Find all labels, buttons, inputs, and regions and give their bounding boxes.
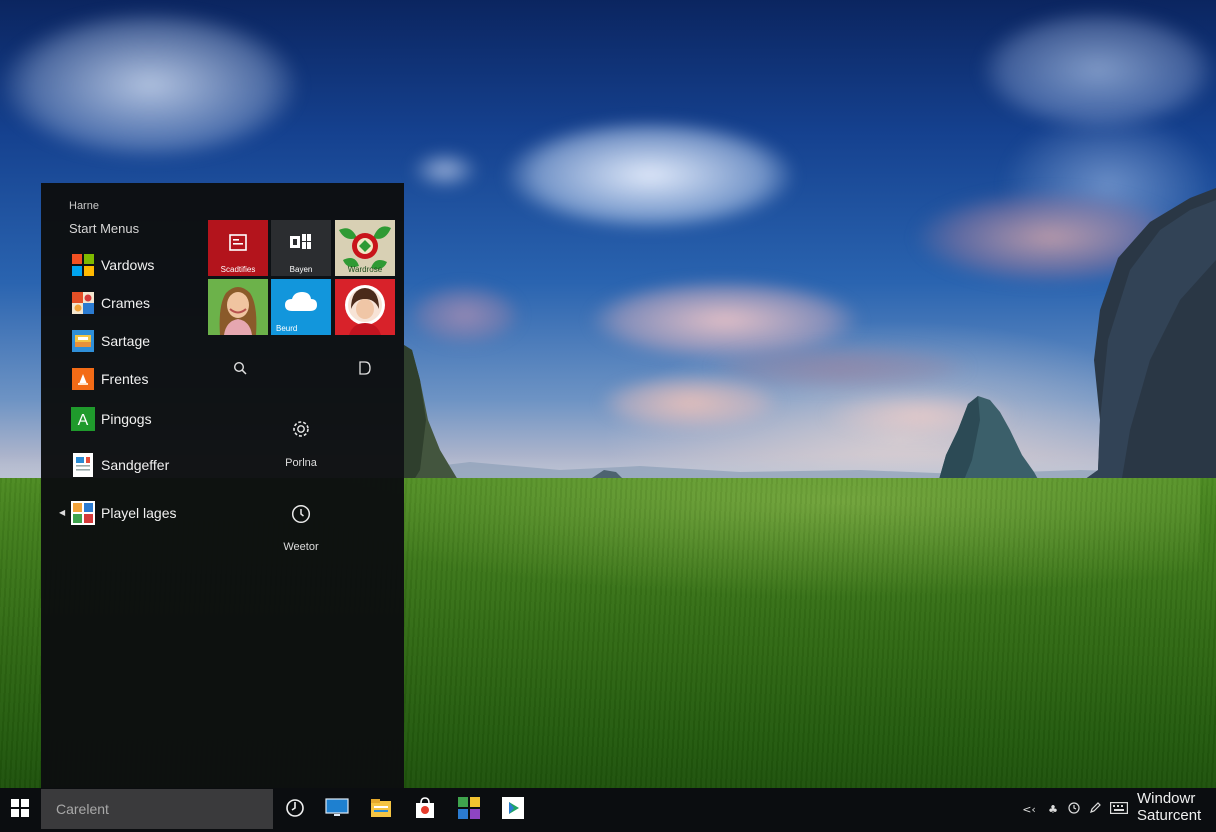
color-grid-icon	[458, 797, 480, 823]
clock-line-2: Saturcent	[1137, 807, 1202, 824]
taskbar-store[interactable]	[412, 797, 438, 823]
power-button[interactable]	[289, 419, 313, 443]
app-item-sandgeffer[interactable]: Sandgeffer	[71, 452, 169, 478]
network-icon: ♣	[1048, 802, 1058, 816]
app-item-crames[interactable]: Crames	[71, 290, 150, 316]
tray-pen[interactable]	[1086, 800, 1104, 818]
windows-logo-icon	[11, 799, 29, 821]
app-item-pingogs[interactable]: A Pingogs	[71, 406, 152, 432]
timer-icon	[285, 798, 305, 822]
tile-label: Scadtifies	[220, 265, 256, 274]
clock-button[interactable]	[290, 504, 312, 528]
tile-label: Beurd	[276, 324, 298, 333]
app-label: Crames	[101, 295, 151, 311]
document-button[interactable]	[355, 359, 375, 379]
store-icon	[414, 797, 436, 823]
app-label: Vardows	[101, 257, 155, 273]
media-player-icon	[502, 797, 524, 823]
tray-network[interactable]: ♣	[1044, 800, 1062, 818]
tile-wardrose[interactable]: Wardrose	[335, 220, 395, 276]
svg-text:A: A	[78, 412, 89, 429]
monitor-icon	[325, 798, 349, 822]
taskbar-file-explorer[interactable]	[368, 797, 394, 823]
app-item-sartage[interactable]: Sartage	[71, 328, 150, 354]
taskbar-monitor[interactable]	[324, 797, 350, 823]
expand-arrow-icon[interactable]: ◀	[59, 508, 65, 517]
tile-label: Bayen	[289, 265, 313, 274]
app-item-vardows[interactable]: Vardows	[71, 252, 154, 278]
pen-icon	[1089, 801, 1101, 817]
power-label: Porlna	[285, 457, 317, 469]
settings-icon	[290, 418, 312, 444]
tile-bayen[interactable]: Bayen	[271, 220, 331, 276]
tray-clock[interactable]	[1065, 800, 1083, 818]
document-icon	[71, 453, 95, 477]
image-gallery-icon	[71, 501, 95, 525]
search-placeholder: Carelent	[56, 801, 109, 817]
tile-portrait-photo[interactable]	[208, 279, 268, 335]
clock-icon	[291, 504, 311, 528]
storage-icon	[71, 329, 95, 353]
taskbar-timer[interactable]	[282, 797, 308, 823]
windows-logo-icon	[71, 253, 95, 277]
app-label: Playel lages	[101, 505, 177, 521]
clock-icon	[1068, 801, 1080, 817]
tile-beurd[interactable]: Beurd	[271, 279, 331, 335]
file-explorer-icon	[370, 798, 392, 822]
letter-a-icon: A	[71, 407, 95, 431]
search-button[interactable]	[230, 359, 250, 379]
app-label: Sandgeffer	[101, 457, 170, 473]
frentes-icon	[71, 367, 95, 391]
start-menu-header: Harne	[69, 200, 99, 212]
start-button[interactable]	[0, 788, 40, 832]
taskbar-media-player[interactable]	[500, 797, 526, 823]
tile-label: Wardrose	[347, 265, 383, 274]
app-label: Sartage	[101, 333, 151, 349]
taskbar-color-grid[interactable]	[456, 797, 482, 823]
tray-keyboard[interactable]	[1108, 800, 1130, 818]
keyboard-icon	[1110, 801, 1128, 817]
clock-line-1: Windowr	[1137, 790, 1196, 807]
taskbar-search-box[interactable]: Carelent	[41, 789, 273, 829]
app-label: Pingogs	[101, 411, 152, 427]
games-icon	[71, 291, 95, 315]
portrait-art	[335, 279, 395, 335]
search-icon	[233, 360, 247, 379]
office-icon	[290, 234, 312, 254]
reader-icon	[228, 234, 248, 256]
document-outline-icon	[359, 360, 371, 379]
cloud-icon	[284, 291, 318, 317]
taskbar: Carelent <‹ ♣ Windowr Saturcent	[0, 788, 1216, 832]
portrait-photo	[208, 279, 268, 335]
app-label: Frentes	[101, 371, 149, 387]
tile-scadtifies[interactable]: Scadtifies	[208, 220, 268, 276]
clock-label: Weetor	[283, 541, 319, 553]
chevron-up-icon: <‹	[1022, 802, 1036, 816]
start-menu: Harne Start Menus Vardows Crames Sartage…	[41, 183, 404, 788]
app-item-frentes[interactable]: Frentes	[71, 366, 148, 392]
tile-portrait-art[interactable]	[335, 279, 395, 335]
tray-overflow[interactable]: <‹	[1020, 800, 1038, 818]
app-item-playel-lages[interactable]: Playel lages	[71, 500, 177, 526]
taskbar-clock[interactable]: Windowr Saturcent	[1137, 790, 1201, 824]
start-menu-subheader: Start Menus	[69, 221, 140, 236]
